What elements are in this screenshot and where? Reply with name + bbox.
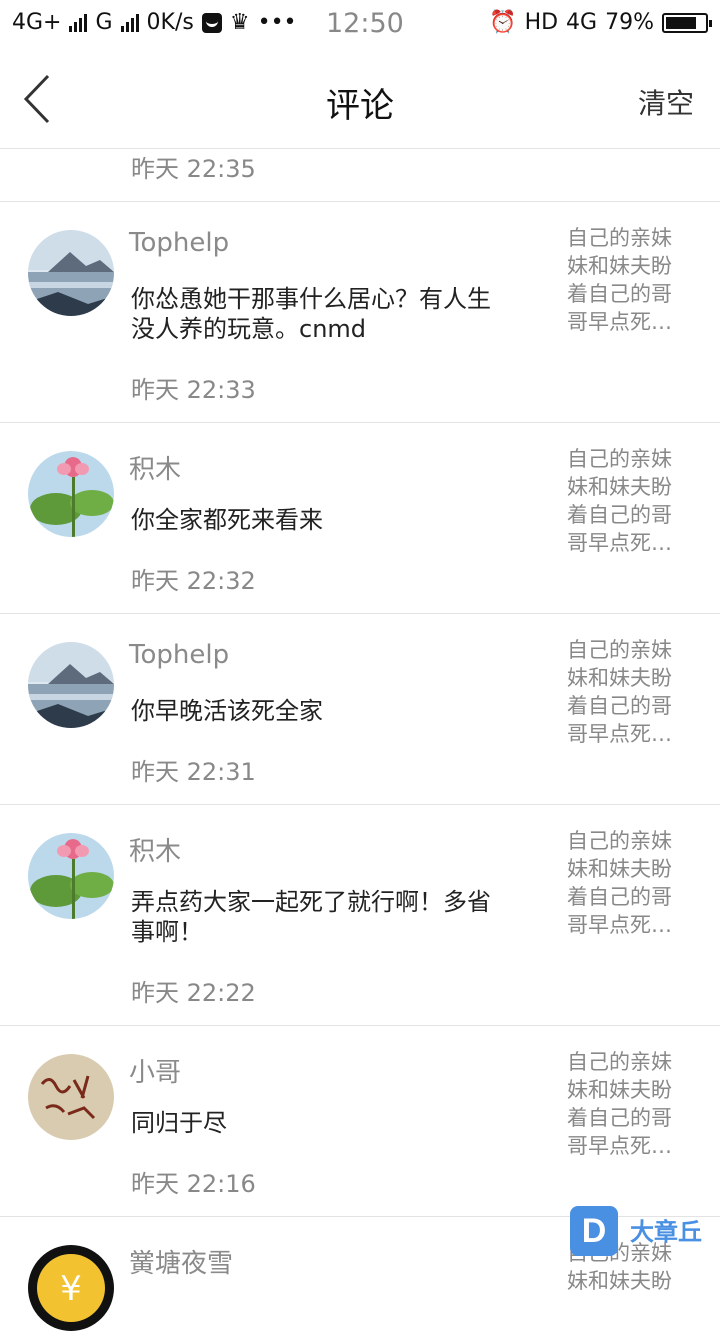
avatar[interactable] — [28, 1054, 114, 1140]
comment-time: 昨天 22:16 — [131, 1170, 256, 1198]
quote-line: 着自己的哥 — [567, 694, 672, 718]
comment-time: 昨天 22:22 — [131, 979, 256, 1007]
battery-percent: 79% — [605, 10, 654, 35]
crown-icon: ♛ — [229, 10, 250, 35]
signal-icon-2 — [120, 13, 139, 32]
network-label-3: 4G — [566, 10, 598, 35]
quote-line: 哥早点死… — [567, 310, 672, 334]
quote-line: 着自己的哥 — [567, 282, 672, 306]
list-item[interactable]: 积木 弄点药大家一起死了就行啊！多省事啊！ 昨天 22:22 自己的亲妹 妹和妹… — [0, 805, 720, 1026]
quote-line: 着自己的哥 — [567, 1106, 672, 1130]
list-item[interactable]: 昨天 22:35 — [0, 149, 720, 202]
quote-line: 妹和妹夫盼 — [567, 1078, 672, 1102]
watermark-logo-icon: D — [570, 1206, 618, 1256]
avatar[interactable] — [28, 451, 114, 537]
net-speed: 0K/s — [146, 10, 194, 35]
comment-time: 昨天 22:32 — [131, 567, 256, 595]
more-icon: ••• — [257, 10, 297, 35]
quote-line: 自己的亲妹 — [567, 226, 672, 250]
quote-line: 自己的亲妹 — [567, 447, 672, 471]
coin-avatar-icon: ¥ — [31, 1248, 111, 1328]
user-name[interactable]: 积木 — [129, 831, 181, 868]
quote-line: 哥早点死… — [567, 531, 672, 555]
quote-line: 自己的亲妹 — [567, 1050, 672, 1074]
status-left: 4G+ G 0K/s ♛ ••• — [12, 10, 297, 35]
list-item[interactable]: 积木 你全家都死来看来 昨天 22:32 自己的亲妹 妹和妹夫盼 着自己的哥 哥… — [0, 423, 720, 614]
comment-text: 你早晚活该死全家 — [131, 697, 323, 725]
quote-line: 哥早点死… — [567, 1134, 672, 1158]
status-right: ⏰ HD 4G 79% — [489, 10, 712, 35]
hd-label: HD — [524, 10, 559, 35]
list-item[interactable]: Tophelp 你怂恿她干那事什么居心？有人生没人养的玩意。cnmd 昨天 22… — [0, 202, 720, 423]
lotus-avatar-icon — [28, 451, 114, 537]
header: 评论 清空 — [0, 50, 720, 149]
quote-line: 哥早点死… — [567, 913, 672, 937]
clear-button[interactable]: 清空 — [638, 82, 694, 122]
alarm-icon: ⏰ — [489, 10, 517, 35]
quote-line: 妹和妹夫盼 — [567, 666, 672, 690]
quote-line: 妹和妹夫盼 — [567, 475, 672, 499]
user-name[interactable]: 小哥 — [129, 1052, 181, 1089]
calligraphy-avatar-icon — [28, 1054, 114, 1140]
quote-line: 妹和妹夫盼 — [567, 1269, 672, 1293]
list-item[interactable]: 小哥 同归于尽 昨天 22:16 自己的亲妹 妹和妹夫盼 着自己的哥 哥早点死… — [0, 1026, 720, 1217]
comment-time: 昨天 22:33 — [131, 376, 256, 404]
clock: 12:50 — [326, 8, 404, 39]
status-bar: 4G+ G 0K/s ♛ ••• 12:50 ⏰ HD 4G 79% — [0, 0, 720, 50]
comment-text: 同归于尽 — [131, 1109, 227, 1137]
comment-text: 你全家都死来看来 — [131, 506, 323, 534]
avatar[interactable] — [28, 833, 114, 919]
comment-time: 昨天 22:31 — [131, 758, 256, 786]
watermark-text: 大章丘 — [630, 1218, 702, 1246]
network-label: 4G+ — [12, 10, 62, 35]
avatar[interactable]: ¥ — [28, 1245, 114, 1331]
avatar[interactable] — [28, 642, 114, 728]
lotus-avatar-icon — [28, 833, 114, 919]
avatar[interactable] — [28, 230, 114, 316]
quote-line: 着自己的哥 — [567, 503, 672, 527]
user-name[interactable]: Tophelp — [129, 640, 229, 670]
quote-line: 哥早点死… — [567, 722, 672, 746]
battery-icon — [662, 12, 712, 33]
list-item[interactable]: Tophelp 你早晚活该死全家 昨天 22:31 自己的亲妹 妹和妹夫盼 着自… — [0, 614, 720, 805]
user-name[interactable]: 黉塘夜雪 — [129, 1243, 233, 1280]
signal-icon — [69, 13, 88, 32]
comment-list[interactable]: 昨天 22:35 Tophelp 你怂恿她干那事什么居心？有人生没人养的玩意。c… — [0, 149, 720, 1337]
quoted-post[interactable]: 自己的亲妹 妹和妹夫盼 着自己的哥 哥早点死… — [567, 224, 691, 336]
quoted-post[interactable]: 自己的亲妹 妹和妹夫盼 着自己的哥 哥早点死… — [567, 827, 691, 939]
user-name[interactable]: 积木 — [129, 449, 181, 486]
quoted-post[interactable]: 自己的亲妹 妹和妹夫盼 着自己的哥 哥早点死… — [567, 1048, 691, 1160]
comment-text: 弄点药大家一起死了就行啊！多省事啊！ — [131, 888, 491, 946]
quote-line: 妹和妹夫盼 — [567, 254, 672, 278]
comment-time: 昨天 22:35 — [131, 155, 256, 183]
comment-text: 你怂恿她干那事什么居心？有人生没人养的玩意。cnmd — [131, 285, 491, 343]
quote-line: 妹和妹夫盼 — [567, 857, 672, 881]
page-title: 评论 — [326, 86, 394, 126]
user-name[interactable]: Tophelp — [129, 228, 229, 258]
network-label-2: G — [95, 10, 113, 35]
landscape-avatar-icon — [28, 230, 114, 316]
quoted-post[interactable]: 自己的亲妹 妹和妹夫盼 着自己的哥 哥早点死… — [567, 445, 691, 557]
quote-line: 着自己的哥 — [567, 885, 672, 909]
message-icon — [201, 12, 222, 33]
quoted-post[interactable]: 自己的亲妹 妹和妹夫盼 着自己的哥 哥早点死… — [567, 636, 691, 748]
quote-line: 自己的亲妹 — [567, 638, 672, 662]
svg-text:¥: ¥ — [60, 1269, 82, 1309]
quote-line: 自己的亲妹 — [567, 829, 672, 853]
watermark: D 大章丘 — [570, 1206, 720, 1266]
landscape-avatar-icon — [28, 642, 114, 728]
battery-fill — [666, 16, 697, 29]
